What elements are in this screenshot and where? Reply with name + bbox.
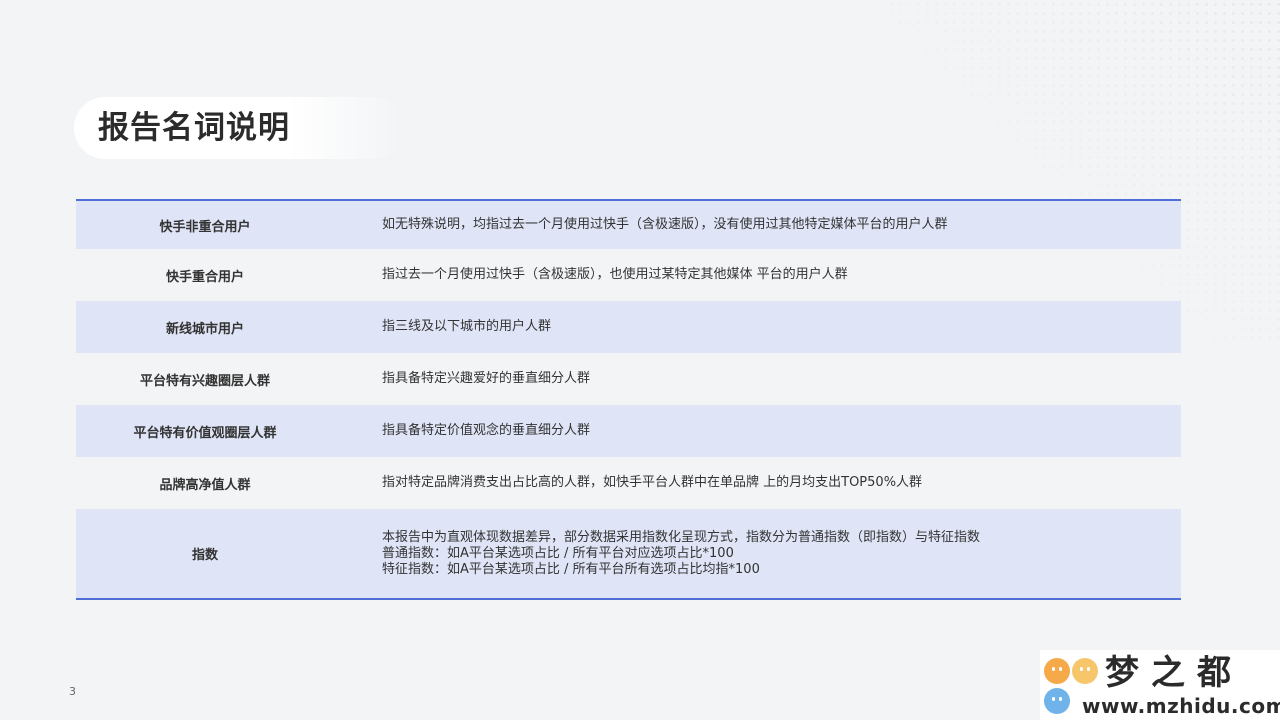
term-name: 快手重合用户 <box>165 269 244 285</box>
term-definition: 指具备特定兴趣爱好的垂直细分人群 <box>334 353 1181 405</box>
definition-line: 指具备特定价值观念的垂直细分人群 <box>382 423 591 438</box>
term-definition: 指对特定品牌消费支出占比高的人群，如快手平台人群中在单品牌 上的月均支出TOP5… <box>334 457 1181 509</box>
watermark-logo: 梦之都 www.mzhidu.com <box>1040 650 1280 720</box>
watermark-logo-text: 梦之都 <box>1105 653 1243 693</box>
term-name: 指数 <box>191 548 218 563</box>
definition-line: 如无特殊说明，均指过去一个月使用过快手（含极速版），没有使用过其他特定媒体平台的… <box>382 217 948 232</box>
term-name: 快手非重合用户 <box>159 219 251 235</box>
definition-line: 普通指数：如A平台某选项占比 / 所有平台对应选项占比*100 <box>382 545 734 561</box>
definition-line: 指具备特定兴趣爱好的垂直细分人群 <box>382 371 591 386</box>
table-row: 平台特有价值观圈层人群 指具备特定价值观念的垂直细分人群 <box>76 405 1181 457</box>
term-definition: 指具备特定价值观念的垂直细分人群 <box>334 405 1181 457</box>
definition-line: 本报告中为直观体现数据差异，部分数据采用指数化呈现方式，指数分为普通指数（即指数… <box>382 529 981 545</box>
term-definition: 本报告中为直观体现数据差异，部分数据采用指数化呈现方式，指数分为普通指数（即指数… <box>334 509 1181 599</box>
table-row: 快手非重合用户 如无特殊说明，均指过去一个月使用过快手（含极速版），没有使用过其… <box>76 200 1181 249</box>
terms-table: 快手非重合用户 如无特殊说明，均指过去一个月使用过快手（含极速版），没有使用过其… <box>76 199 1181 600</box>
table-row: 快手重合用户 指过去一个月使用过快手（含极速版），也使用过某特定其他媒体 平台的… <box>76 249 1181 301</box>
page-number: 3 <box>69 685 76 698</box>
definition-line: 指对特定品牌消费支出占比高的人群，如快手平台人群中在单品牌 上的月均支出TOP5… <box>382 475 923 490</box>
smiley-face-icon <box>1044 688 1070 714</box>
term-definition: 如无特殊说明，均指过去一个月使用过快手（含极速版），没有使用过其他特定媒体平台的… <box>334 200 1181 249</box>
term-name: 新线城市用户 <box>165 321 244 337</box>
table-row: 平台特有兴趣圈层人群 指具备特定兴趣爱好的垂直细分人群 <box>76 353 1181 405</box>
definition-line: 指过去一个月使用过快手（含极速版），也使用过某特定其他媒体 平台的用户人群 <box>382 267 848 282</box>
term-name: 平台特有兴趣圈层人群 <box>139 373 270 389</box>
table-row: 新线城市用户 指三线及以下城市的用户人群 <box>76 301 1181 353</box>
term-name: 平台特有价值观圈层人群 <box>133 425 277 441</box>
smiley-face-icon <box>1044 658 1070 684</box>
watermark-url: www.mzhidu.com <box>1082 694 1280 718</box>
smiley-face-icon <box>1072 658 1098 684</box>
term-name: 品牌高净值人群 <box>159 477 251 493</box>
term-definition: 指三线及以下城市的用户人群 <box>334 301 1181 353</box>
table-row: 指数 本报告中为直观体现数据差异，部分数据采用指数化呈现方式，指数分为普通指数（… <box>76 509 1181 599</box>
term-definition: 指过去一个月使用过快手（含极速版），也使用过某特定其他媒体 平台的用户人群 <box>334 249 1181 301</box>
table-row: 品牌高净值人群 指对特定品牌消费支出占比高的人群，如快手平台人群中在单品牌 上的… <box>76 457 1181 509</box>
page-title: 报告名词说明 <box>98 110 290 146</box>
definition-line: 指三线及以下城市的用户人群 <box>382 319 552 334</box>
definition-line: 特征指数：如A平台某选项占比 / 所有平台所有选项占比均指*100 <box>382 561 760 577</box>
